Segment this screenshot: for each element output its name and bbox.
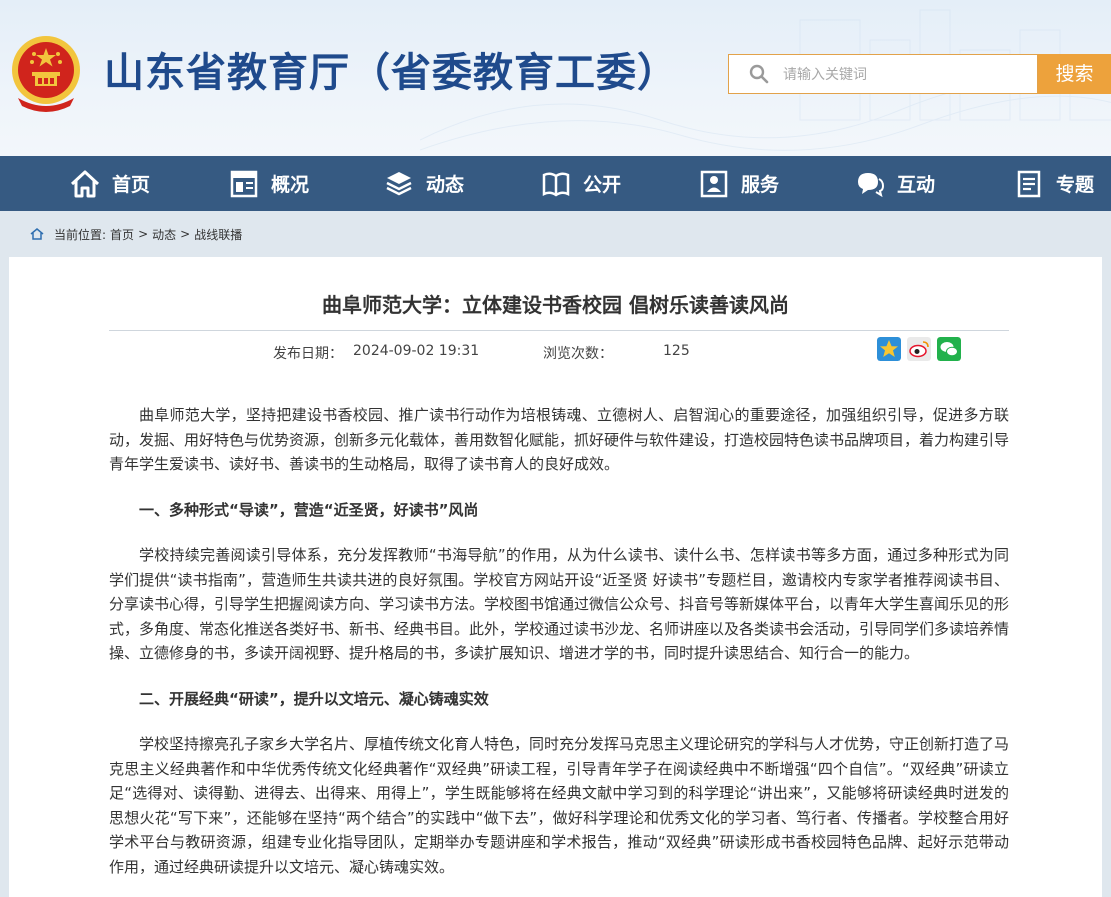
nav-item-special[interactable]: 专题 [1014, 156, 1094, 211]
qzone-icon[interactable] [877, 337, 901, 361]
article-paragraph: 曲阜师范大学，坚持把建设书香校园、推广读书行动作为培根铸魂、立德树人、启智润心的… [109, 406, 1010, 473]
chat-icon [858, 172, 885, 197]
nav-item-service[interactable]: 服务 [699, 156, 779, 211]
nav-item-public[interactable]: 公开 [541, 156, 621, 211]
nav-item-label: 动态 [426, 174, 465, 196]
title-divider [109, 330, 1009, 331]
home-icon [30, 228, 44, 240]
article-title: 曲阜师范大学：立体建设书香校园 倡树乐读善读风尚 [322, 293, 789, 317]
home-icon [70, 170, 100, 197]
nav-item-label: 公开 [583, 174, 622, 196]
nav-item-news[interactable]: 动态 [384, 156, 464, 211]
breadcrumb: 当前位置: 首页 > 动态 > 战线联播 [0, 211, 1111, 257]
breadcrumb-link-home[interactable]: 首页 [110, 226, 134, 243]
nav-item-interact[interactable]: 互动 [855, 156, 935, 211]
news-icon [386, 171, 412, 195]
service-icon [700, 170, 728, 197]
nav-item-label: 专题 [1056, 174, 1095, 196]
article-panel: 曲阜师范大学：立体建设书香校园 倡树乐读善读风尚 发布日期： 2024-09-0… [9, 257, 1102, 897]
site-header: 山东省教育厅（省委教育工委） 搜索 [0, 0, 1111, 156]
publish-label: 发布日期： [273, 346, 343, 362]
section-heading: 二、开展经典“研读”，提升以文培元、凝心铸魂实效 [139, 689, 489, 708]
article-paragraph: 学校坚持擦亮孔子家乡大学名片、厚植传统文化育人特色，同时充分发挥马克思主义理论研… [109, 735, 1010, 876]
publish-date: 2024-09-02 19:31 [353, 343, 480, 359]
wechat-icon[interactable] [937, 337, 961, 361]
views-label: 浏览次数： [543, 346, 613, 362]
search-box [728, 54, 1038, 94]
national-emblem-icon [12, 36, 80, 112]
nav-item-label: 概况 [271, 174, 310, 196]
overview-icon [230, 170, 258, 197]
views-count: 125 [663, 343, 690, 359]
article-body: 曲阜师范大学，坚持把建设书香校园、推广读书行动作为培根铸魂、立德树人、启智润心的… [109, 403, 1009, 879]
search-button[interactable]: 搜索 [1038, 54, 1111, 94]
nav-item-overview[interactable]: 概况 [229, 156, 309, 211]
search-icon [749, 64, 769, 84]
site-title: 山东省教育厅（省委教育工委） [104, 50, 678, 96]
weibo-icon[interactable] [907, 337, 931, 361]
book-icon [542, 171, 570, 197]
nav-item-label: 首页 [112, 174, 151, 196]
breadcrumb-separator: > [138, 227, 149, 241]
search-input[interactable] [781, 63, 1025, 87]
article-paragraph: 学校持续完善阅读引导体系，充分发挥教师“书海导航”的作用，从为什么读书、读什么书… [109, 546, 1010, 662]
main-nav: 首页 概况 动态 公开 服务 互动 专题 [0, 156, 1111, 211]
breadcrumb-prefix: 当前位置: [54, 227, 107, 242]
breadcrumb-link-frontline[interactable]: 战线联播 [194, 226, 242, 243]
nav-item-label: 服务 [741, 174, 780, 196]
breadcrumb-link-news[interactable]: 动态 [152, 226, 176, 243]
nav-item-home[interactable]: 首页 [70, 156, 150, 211]
nav-item-label: 互动 [897, 174, 936, 196]
document-icon [1017, 170, 1041, 197]
section-heading: 一、多种形式“导读”，营造“近圣贤，好读书”风尚 [139, 500, 479, 519]
breadcrumb-separator: > [180, 227, 191, 241]
